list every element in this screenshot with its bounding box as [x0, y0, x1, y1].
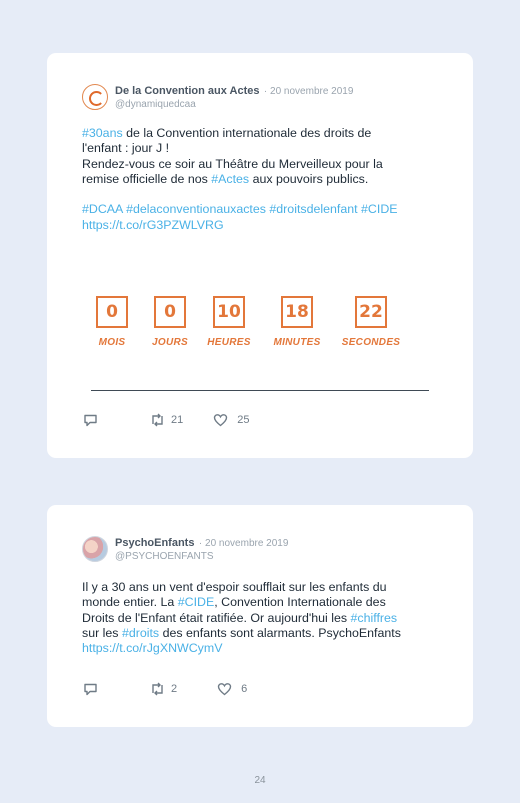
tweet-line	[82, 187, 432, 202]
hashtag-link[interactable]: #droits	[122, 626, 159, 640]
countdown-label: MINUTES	[273, 337, 321, 348]
tweet-text-segment: sur les	[82, 625, 122, 640]
tweet-text-segment: l'enfant : jour J !	[82, 141, 170, 156]
tweet-card-2: PsychoEnfants · 20 novembre 2019 @PSYCHO…	[47, 505, 473, 727]
countdown-label: HEURES	[207, 337, 251, 348]
like-button[interactable]: 25	[213, 413, 250, 427]
tweet-text-segment: Il y a 30 ans un vent d'espoir soufflait…	[82, 580, 387, 594]
tweet-line: #DCAA #delaconventionauxactes #droitsdel…	[82, 202, 432, 217]
tweet-line: l'enfant : jour J !	[82, 141, 432, 156]
tweet-text: #30ans de la Convention internationale d…	[82, 126, 432, 233]
tweet-line: Il y a 30 ans un vent d'espoir soufflait…	[82, 580, 432, 595]
tweet-line: https://t.co/rJgXNWCymV	[82, 641, 432, 656]
tweet-text-segment: Rendez-vous ce soir au Théâtre du Mervei…	[82, 156, 383, 171]
tweet-line: #30ans de la Convention internationale d…	[82, 126, 432, 141]
hashtag-link[interactable]: #DCAA	[82, 202, 123, 216]
countdown-unit: 10 HEURES	[199, 296, 259, 348]
avatar[interactable]	[82, 536, 108, 562]
tweet-date[interactable]: · 20 novembre 2019	[264, 86, 354, 97]
tweet-header: PsychoEnfants · 20 novembre 2019 @PSYCHO…	[82, 535, 288, 563]
countdown-value: 22	[355, 296, 387, 328]
hashtag-link[interactable]: #chiffres	[351, 611, 398, 625]
countdown-value: 0	[154, 296, 186, 328]
countdown-value: 18	[281, 296, 313, 328]
tweet-line: remise officielle de nos #Actes aux pouv…	[82, 172, 432, 187]
tweet-line: Rendez-vous ce soir au Théâtre du Mervei…	[82, 157, 432, 172]
author-name[interactable]: De la Convention aux Actes	[115, 85, 259, 97]
tweet-text-segment: monde entier. La	[82, 595, 178, 610]
retweet-button[interactable]: 2	[149, 682, 177, 696]
countdown-unit: 22 SECONDES	[341, 296, 401, 348]
reply-icon	[83, 413, 98, 427]
countdown-value: 0	[96, 296, 128, 328]
author-handle[interactable]: @PSYCHOENFANTS	[115, 550, 288, 563]
tweet-link[interactable]: https://t.co/rG3PZWLVRG	[82, 218, 224, 232]
tweet-text: Il y a 30 ans un vent d'espoir soufflait…	[82, 580, 432, 656]
hashtag-link[interactable]: #CIDE	[361, 202, 398, 216]
tweet-text-segment: aux pouvoirs publics.	[249, 171, 369, 186]
tweet-actions: 2 6	[83, 682, 247, 696]
tweet-header: De la Convention aux Actes · 20 novembre…	[82, 83, 353, 111]
author-handle[interactable]: @dynamiquedcaa	[115, 98, 353, 111]
hashtag-link[interactable]: #droitsdelenfant	[269, 202, 357, 216]
tweet-line: Droits de l'Enfant était ratifiée. Or au…	[82, 611, 432, 626]
tweet-actions: 21 25	[83, 413, 250, 427]
retweet-count: 2	[171, 683, 178, 695]
tweet-card-1: De la Convention aux Actes · 20 novembre…	[47, 53, 473, 458]
reply-button[interactable]	[83, 413, 98, 427]
like-count: 6	[241, 683, 248, 695]
countdown-label: MOIS	[98, 337, 126, 348]
countdown-label: SECONDES	[341, 337, 401, 348]
tweet-line: sur les #droits des enfants sont alarman…	[82, 626, 432, 641]
page-number: 24	[254, 775, 266, 786]
tweet-text-segment: de la Convention internationale des droi…	[122, 126, 372, 140]
tweet-line: monde entier. La #CIDE, Convention Inter…	[82, 595, 432, 610]
tweet-date[interactable]: · 20 novembre 2019	[199, 538, 289, 549]
hashtag-link[interactable]: #30ans	[82, 126, 123, 140]
tweet-text-segment: remise officielle de nos	[82, 171, 212, 186]
author-name[interactable]: PsychoEnfants	[115, 537, 194, 549]
divider	[91, 390, 429, 391]
retweet-count: 21	[171, 414, 184, 426]
countdown-value: 10	[213, 296, 245, 328]
retweet-icon	[149, 413, 166, 427]
like-button[interactable]: 6	[217, 682, 247, 696]
like-icon	[213, 413, 228, 427]
like-icon	[217, 682, 232, 696]
tweet-text-segment: Droits de l'Enfant était ratifiée. Or au…	[82, 610, 351, 625]
retweet-button[interactable]: 21	[149, 413, 183, 427]
tweet-text-segment: des enfants sont alarmants. PsychoEnfant…	[159, 625, 401, 640]
countdown-unit: 0 JOURS	[140, 296, 200, 348]
hashtag-link[interactable]: #Actes	[211, 172, 249, 186]
countdown-label: JOURS	[152, 337, 188, 348]
hashtag-link[interactable]: #CIDE	[178, 595, 215, 609]
countdown-image[interactable]: 0 MOIS 0 JOURS 10 HEURES 18 MINUTES 22 SECONDES	[94, 296, 434, 356]
tweet-line: https://t.co/rG3PZWLVRG	[82, 218, 432, 233]
reply-icon	[83, 682, 98, 696]
hashtag-link[interactable]: #delaconventionauxactes	[126, 202, 266, 216]
tweet-link[interactable]: https://t.co/rJgXNWCymV	[82, 641, 222, 655]
countdown-unit: 18 MINUTES	[267, 296, 327, 348]
countdown-unit: 0 MOIS	[82, 296, 142, 348]
like-count: 25	[237, 414, 250, 426]
retweet-icon	[149, 682, 166, 696]
avatar[interactable]	[82, 84, 108, 110]
reply-button[interactable]	[83, 682, 98, 696]
tweet-text-segment: , Convention Internationale des	[214, 595, 386, 610]
